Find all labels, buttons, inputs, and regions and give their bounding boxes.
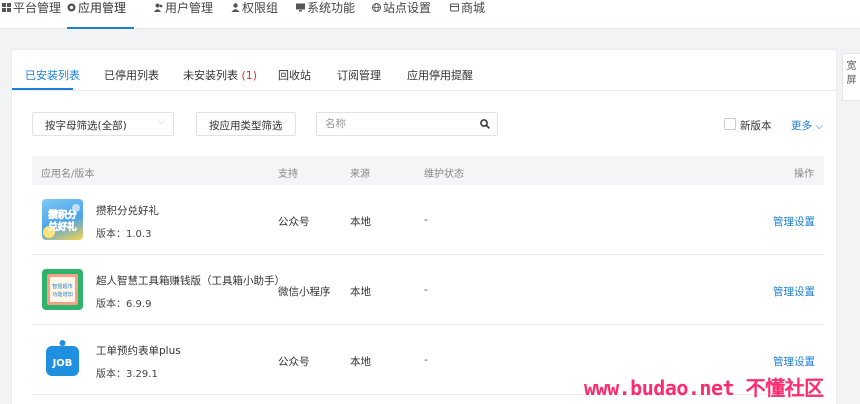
- nav-system-functions[interactable]: 系统功能: [296, 0, 355, 29]
- nav-label: 商城: [461, 1, 486, 15]
- nav-app-management[interactable]: 应用管理: [67, 0, 134, 29]
- app-support: 公众号: [278, 216, 310, 228]
- permission-icon: [231, 2, 240, 17]
- app-source: 本地: [350, 286, 371, 298]
- nav-mall[interactable]: 商城: [450, 0, 485, 29]
- letter-filter-select[interactable]: 按字母筛选(全部) ⌵: [32, 112, 174, 136]
- nav-label: 用户管理: [165, 1, 214, 15]
- tab-bar: 已安装列表 已停用列表 未安装列表 (1) 回收站 订阅管理 应用停用提醒: [12, 50, 836, 91]
- tab-label: 订阅管理: [337, 69, 381, 82]
- table-row: 攒积分 兑好礼 攒积分兑好礼 版本：1.0.3 公众号 本地 - 管理设置: [32, 185, 824, 255]
- app-name: 工单预约表单plus: [96, 345, 181, 357]
- tab-label: 回收站: [278, 69, 311, 82]
- app-icon: [67, 2, 76, 17]
- tab-installed[interactable]: 已安装列表: [25, 67, 80, 83]
- globe-icon: [372, 2, 381, 17]
- app-support: 公众号: [278, 356, 310, 368]
- tab-label: 未安装列表: [183, 69, 238, 82]
- name-search-box: [316, 112, 498, 136]
- users-icon: [154, 2, 163, 17]
- type-filter-select[interactable]: 按应用类型筛选 ⌵: [196, 112, 296, 136]
- widescreen-toggle[interactable]: 宽屏: [842, 53, 860, 101]
- svg-text:智慧超市: 智慧超市: [52, 282, 73, 290]
- header-status: 维护状态: [424, 169, 464, 180]
- app-status: -: [424, 284, 428, 296]
- select-value: 按字母筛选(全部): [45, 120, 127, 132]
- manage-settings-link[interactable]: 管理设置: [773, 354, 815, 369]
- app-name: 超人智慧工具箱赚钱版（工具箱小助手）: [96, 275, 285, 287]
- new-version-checkbox[interactable]: [724, 118, 736, 130]
- nav-label: 应用管理: [78, 1, 127, 15]
- tab-label: 应用停用提醒: [407, 69, 473, 82]
- app-name: 攒积分兑好礼: [96, 205, 159, 217]
- app-source: 本地: [350, 356, 371, 368]
- tab-disable-reminder[interactable]: 应用停用提醒: [407, 67, 473, 83]
- app-support: 微信小程序: [278, 286, 331, 298]
- header-action: 操作: [794, 169, 814, 180]
- app-version: 版本：6.9.9: [96, 299, 152, 310]
- search-icon[interactable]: [480, 119, 490, 129]
- tab-label: 已安装列表: [25, 69, 80, 82]
- monitor-icon: [296, 2, 305, 17]
- app-icon-toolbox: 智慧超市 功能增加: [42, 269, 83, 310]
- chevron-down-icon: ⌵: [280, 117, 287, 127]
- tab-recycle-bin[interactable]: 回收站: [278, 67, 311, 83]
- chevron-down-icon: ⌵: [815, 121, 823, 132]
- tab-uninstalled[interactable]: 未安装列表 (1): [183, 67, 257, 83]
- app-status: -: [424, 214, 428, 226]
- widescreen-label: 宽屏: [846, 61, 857, 86]
- header-support: 支持: [278, 169, 298, 180]
- table-header: 应用名/版本 支持 来源 维护状态 操作: [32, 156, 824, 185]
- nav-label: 系统功能: [307, 1, 356, 15]
- top-navigation: 平台管理 应用管理 用户管理 权限组 系统功能 站点设置 商城: [0, 0, 860, 29]
- site-watermark: www.budao.net 不懂社区: [584, 376, 824, 400]
- manage-settings-link[interactable]: 管理设置: [773, 284, 815, 299]
- app-version: 版本：3.29.1: [96, 369, 158, 380]
- tab-disabled[interactable]: 已停用列表: [104, 67, 159, 83]
- svg-text:兑好礼: 兑好礼: [48, 221, 77, 233]
- active-tab-indicator: [12, 88, 73, 90]
- tab-count-badge: (1): [241, 69, 258, 82]
- tab-subscription[interactable]: 订阅管理: [337, 67, 381, 83]
- app-icon-points: 攒积分 兑好礼: [42, 199, 83, 240]
- svg-text:JOB: JOB: [52, 358, 73, 369]
- nav-permission-group[interactable]: 权限组: [231, 0, 278, 29]
- chevron-down-icon: ⌵: [158, 117, 165, 127]
- svg-text:攒积分: 攒积分: [48, 209, 77, 221]
- tab-label: 已停用列表: [104, 69, 159, 82]
- table-row: 智慧超市 功能增加 超人智慧工具箱赚钱版（工具箱小助手） 版本：6.9.9 微信…: [32, 255, 824, 325]
- header-name-version: 应用名/版本: [41, 169, 95, 180]
- svg-text:功能增加: 功能增加: [52, 290, 73, 298]
- nav-label: 站点设置: [383, 1, 432, 15]
- search-input[interactable]: [317, 113, 467, 135]
- app-list-panel: 已安装列表 已停用列表 未安装列表 (1) 回收站 订阅管理 应用停用提醒 按字…: [11, 49, 837, 404]
- select-value: 按应用类型筛选: [209, 120, 283, 132]
- nav-label: 权限组: [242, 1, 279, 15]
- manage-settings-link[interactable]: 管理设置: [773, 214, 815, 229]
- new-version-label: 新版本: [740, 120, 772, 132]
- more-label: 更多: [791, 120, 812, 132]
- more-filters-link[interactable]: 更多 ⌵: [791, 118, 823, 133]
- app-source: 本地: [350, 216, 371, 228]
- nav-platform-management[interactable]: 平台管理: [2, 0, 61, 29]
- header-source: 来源: [350, 169, 370, 180]
- grid-icon: [2, 2, 11, 17]
- app-icon-job: JOB: [42, 339, 83, 380]
- nav-label: 平台管理: [13, 1, 62, 15]
- app-version: 版本：1.0.3: [96, 229, 152, 240]
- app-status: -: [424, 354, 428, 366]
- nav-site-settings[interactable]: 站点设置: [372, 0, 431, 29]
- shop-icon: [450, 2, 459, 17]
- nav-user-management[interactable]: 用户管理: [154, 0, 213, 29]
